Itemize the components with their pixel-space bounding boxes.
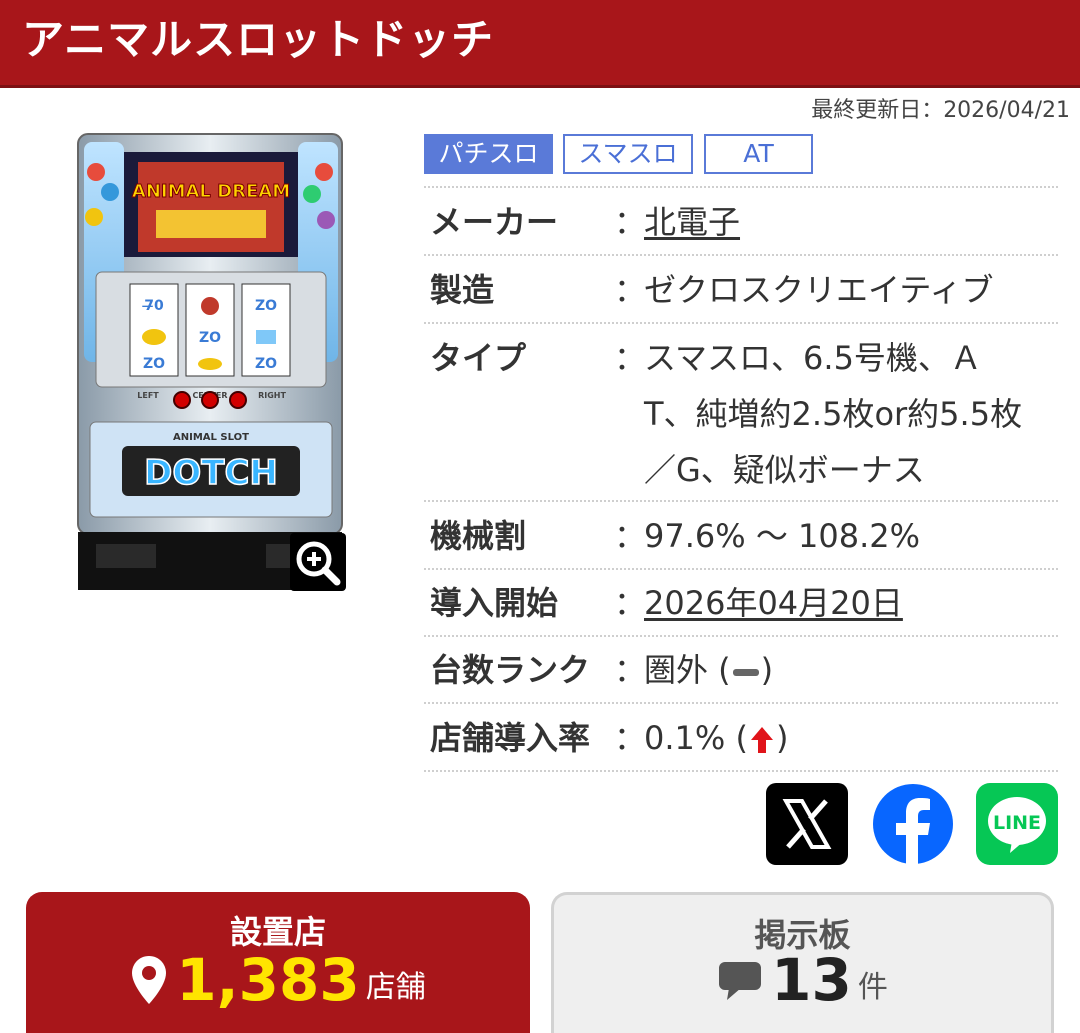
spec-table: メーカー ： 北電子 製造 ： ゼクロスクリエイティブ タイプ ： スマスロ、6…: [424, 186, 1058, 772]
row-label: 製造: [430, 271, 495, 309]
row-label: 台数ランク: [430, 651, 591, 689]
rank-suffix: ): [760, 651, 774, 689]
row-label: 店舗導入率: [430, 719, 591, 757]
svg-text:7̶0: 7̶0: [142, 298, 164, 314]
bottom-logo-top: ANIMAL SLOT: [173, 432, 249, 443]
row-colon: ：: [614, 203, 647, 241]
board-count-line: 13 件: [554, 950, 1051, 1010]
row-value: スマスロ、6.5号機、Ａ T、純増約2.5枚or約5.5枚 ／G、疑似ボーナス: [644, 330, 1058, 498]
row-colon: ：: [614, 584, 647, 622]
shops-count-line: 1,383 店舗: [26, 950, 530, 1010]
rank-prefix: 圏外 (: [644, 651, 731, 689]
row-value: 97.6% 〜 108.2%: [644, 517, 921, 555]
installed-shops-card[interactable]: 設置店 1,383 店舗: [26, 892, 530, 1033]
bottom-logo: DOTCH: [144, 453, 278, 493]
row-colon: ：: [614, 719, 647, 757]
row-maker: メーカー ： 北電子: [424, 188, 1058, 256]
row-label: 機械割: [430, 517, 527, 555]
zoom-button[interactable]: [290, 533, 346, 591]
up-arrow-icon: [750, 727, 773, 753]
row-colon: ：: [614, 271, 647, 309]
tag-at[interactable]: AT: [704, 134, 813, 174]
line-text: LINE: [993, 812, 1041, 834]
last-updated: 最終更新日：2026/04/21: [811, 98, 1070, 123]
row-value: 0.1% (): [644, 710, 1058, 766]
top-logo: ANIMAL DREAM: [132, 181, 290, 202]
release-date-link[interactable]: 2026年04月20日: [644, 575, 1058, 631]
zoom-in-icon: [296, 541, 341, 586]
reel-label-right: RIGHT: [258, 391, 286, 400]
share-x-button[interactable]: [766, 783, 848, 865]
share-line-button[interactable]: LINE: [976, 783, 1058, 865]
reel-label-left: LEFT: [137, 391, 159, 400]
machine-image[interactable]: ANIMAL DREAM 7̶0 ZO ZO ZO ZO LEFT CENTER…: [76, 132, 346, 592]
type-line-1: スマスロ、6.5号機、Ａ: [644, 339, 982, 377]
row-value: ゼクロスクリエイティブ: [644, 271, 994, 309]
page-title: アニマルスロットドッチ: [22, 15, 495, 64]
shops-count: 1,383: [176, 946, 360, 1014]
row-label: メーカー: [430, 203, 559, 241]
row-value: 圏外 (): [644, 642, 1058, 698]
row-payout: 機械割 ： 97.6% 〜 108.2%: [424, 502, 1058, 570]
type-line-2: T、純増約2.5枚or約5.5枚: [644, 395, 1023, 433]
svg-text:ZO: ZO: [199, 330, 221, 346]
x-logo-icon: [782, 799, 832, 849]
board-unit: 件: [857, 969, 888, 1005]
row-colon: ：: [614, 517, 647, 555]
rate-prefix: 0.1% (: [644, 719, 748, 757]
svg-text:ZO: ZO: [143, 356, 165, 372]
row-label: タイプ: [430, 339, 527, 377]
svg-text:ZO: ZO: [255, 298, 277, 314]
maker-link[interactable]: 北電子: [644, 194, 1058, 250]
message-board-card[interactable]: 掲示板 13 件: [551, 892, 1054, 1033]
row-type: タイプ ： スマスロ、6.5号機、Ａ T、純増約2.5枚or約5.5枚 ／G、疑…: [424, 324, 1058, 502]
row-release-date: 導入開始 ： 2026年04月20日: [424, 570, 1058, 637]
share-facebook-button[interactable]: [872, 783, 954, 865]
row-store-rate: 店舗導入率 ： 0.1% (): [424, 704, 1058, 772]
row-colon: ：: [614, 339, 647, 377]
row-label: 導入開始: [430, 584, 559, 622]
type-line-3: ／G、疑似ボーナス: [644, 451, 925, 489]
no-change-dash-icon: [732, 668, 759, 676]
row-unit-rank: 台数ランク ： 圏外 (): [424, 637, 1058, 704]
row-manufacture: 製造 ： ゼクロスクリエイティブ: [424, 256, 1058, 324]
svg-text:ZO: ZO: [255, 356, 277, 372]
shops-unit: 店舗: [365, 969, 426, 1005]
board-count: 13: [771, 946, 852, 1014]
tag-smart-slot[interactable]: スマスロ: [563, 134, 693, 174]
page-header: アニマルスロットドッチ: [0, 0, 1080, 88]
map-pin-icon: [132, 956, 167, 1004]
speech-bubble-icon: [719, 962, 762, 1000]
tag-pachislot[interactable]: パチスロ: [424, 134, 553, 174]
rate-suffix: ): [775, 719, 789, 757]
row-colon: ：: [614, 651, 647, 689]
slot-machine-illustration: ANIMAL DREAM 7̶0 ZO ZO ZO ZO LEFT CENTER…: [76, 132, 346, 592]
line-logo-icon: LINE: [988, 797, 1046, 853]
facebook-logo-icon: [873, 784, 953, 865]
